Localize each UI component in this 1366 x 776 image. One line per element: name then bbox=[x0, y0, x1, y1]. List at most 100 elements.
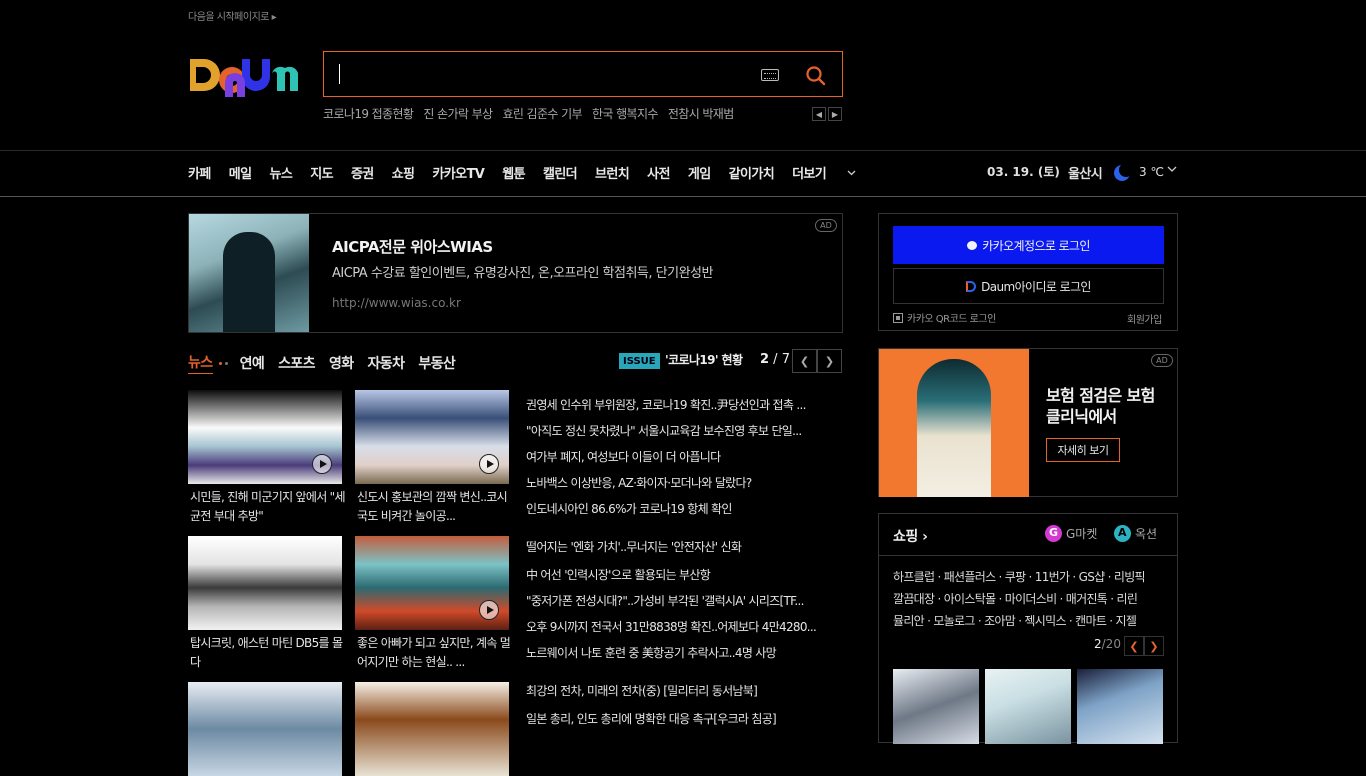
nav-item-cafe[interactable]: 카페 bbox=[188, 163, 211, 182]
keyword-link[interactable]: 진 손가락 부상 bbox=[423, 105, 493, 121]
insurance-ad[interactable]: 보험 점검은 보험클리닉에서 자세히 보기 AD bbox=[878, 348, 1178, 497]
daum-login-button[interactable]: Daum아이디로 로그인 bbox=[893, 268, 1164, 304]
nav-more-label: 더보기 bbox=[792, 167, 827, 182]
news-thumbnail[interactable] bbox=[188, 390, 342, 484]
headline-link[interactable]: "아직도 정신 못차렸나" 서울시교육감 보수진영 후보 단일... bbox=[526, 422, 840, 439]
shop-links-row[interactable]: 뮬리안 · 모놀로그 · 조아맘 · 젝시믹스 · 캔마트 · 지젤 bbox=[893, 612, 1165, 629]
thumbnail-caption[interactable]: 신도시 홍보관의 깜짝 변신..코시국도 비켜간 놀이공... bbox=[357, 488, 513, 526]
keyword-link[interactable]: 코로나19 접종현황 bbox=[323, 105, 414, 121]
nav-item-together[interactable]: 같이가치 bbox=[729, 163, 775, 182]
chevron-right-icon: ❯ bbox=[1149, 639, 1159, 653]
headline-link[interactable]: 여가부 폐지, 여성보다 이들이 더 아픕니다 bbox=[526, 448, 840, 465]
thumbnail-caption[interactable]: 좋은 아빠가 되고 싶지만, 계속 멀어지기만 하는 현실.. ... bbox=[357, 634, 513, 672]
shop-links-row[interactable]: 깔끔대장 · 아이스탁몰 · 마이더스비 · 매거진톡 · 리린 bbox=[893, 590, 1165, 607]
signup-link[interactable]: 회원가입 bbox=[1127, 311, 1162, 326]
nav-item-mail[interactable]: 메일 bbox=[229, 163, 252, 182]
ad-description: AICPA 수강료 할인이벤트, 유명강사진, 온,오프라인 학점취득, 단기완… bbox=[332, 266, 713, 281]
shopping-page-indicator: 2/20 bbox=[1094, 637, 1121, 651]
tab-realestate[interactable]: 부동산 bbox=[418, 353, 455, 373]
product-image[interactable] bbox=[1077, 669, 1163, 744]
product-image[interactable] bbox=[985, 669, 1071, 744]
shop-links-row[interactable]: 하프클럽 · 패션플러스 · 쿠팡 · 11번가 · GS샵 · 리빙픽 bbox=[893, 568, 1165, 585]
nav-item-news[interactable]: 뉴스 bbox=[269, 163, 292, 182]
shopping-title[interactable]: 쇼핑 › bbox=[893, 526, 928, 546]
nav-item-brunch[interactable]: 브런치 bbox=[595, 163, 630, 182]
auction-icon bbox=[1114, 525, 1131, 542]
headline-link[interactable]: 오후 9시까지 전국서 31만8838명 확진..어제보다 4만4280... bbox=[526, 618, 840, 635]
keyword-link[interactable]: 한국 행복지수 bbox=[592, 105, 658, 121]
shopping-page-current: 2 bbox=[1094, 637, 1102, 651]
ad-banner[interactable]: AICPA전문 위아스WIAS AICPA 수강료 할인이벤트, 유명강사진, … bbox=[188, 213, 843, 333]
ad-badge: AD bbox=[815, 219, 837, 232]
keyword-next-button[interactable]: ▶ bbox=[828, 107, 842, 121]
chevron-down-icon bbox=[847, 170, 856, 175]
news-thumbnail[interactable] bbox=[355, 390, 509, 484]
nav-item-webtoon[interactable]: 웹툰 bbox=[502, 163, 525, 182]
chevron-right-icon: ▶ bbox=[831, 109, 839, 119]
news-thumbnail[interactable] bbox=[188, 682, 342, 776]
nav-item-stock[interactable]: 증권 bbox=[351, 163, 374, 182]
headline-link[interactable]: 中 어선 '인력시장'으로 활용되는 부산항 bbox=[526, 566, 840, 583]
daum-login-label: Daum아이디로 로그인 bbox=[981, 279, 1091, 294]
news-thumbnail[interactable] bbox=[355, 682, 509, 776]
search-box[interactable] bbox=[323, 51, 843, 97]
headline-link[interactable]: 인도네시아인 86.6%가 코로나19 항체 확인 bbox=[526, 500, 840, 517]
auction-link[interactable]: 옥션 bbox=[1114, 525, 1157, 542]
tab-car[interactable]: 자동차 bbox=[368, 353, 405, 373]
play-icon bbox=[479, 454, 499, 474]
product-image[interactable] bbox=[893, 669, 979, 744]
qr-login-link[interactable]: 카카오 QR코드 로그인 bbox=[893, 310, 996, 325]
weather-city[interactable]: 울산시 bbox=[1068, 163, 1103, 182]
keyboard-icon[interactable] bbox=[761, 69, 779, 81]
ad-url[interactable]: http://www.wias.co.kr bbox=[332, 296, 461, 310]
nav-item-game[interactable]: 게임 bbox=[688, 163, 711, 182]
keyword-link[interactable]: 효린 김준수 기부 bbox=[502, 105, 582, 121]
headline-link[interactable]: 노바백스 이상반응, AZ·화이자·모더나와 달랐다? bbox=[526, 474, 840, 491]
chevron-left-icon: ◀ bbox=[815, 109, 823, 119]
nav-more-button[interactable]: 더보기 bbox=[792, 163, 856, 182]
shopping-next-button[interactable]: ❯ bbox=[1144, 636, 1164, 656]
news-thumbnail[interactable] bbox=[355, 536, 509, 630]
speech-bubble-icon bbox=[967, 240, 978, 250]
ad-title[interactable]: AICPA전문 위아스WIAS bbox=[332, 236, 493, 257]
keyword-prev-button[interactable]: ◀ bbox=[812, 107, 826, 121]
shopping-prev-button[interactable]: ❮ bbox=[1124, 636, 1144, 656]
news-thumbnail[interactable] bbox=[188, 536, 342, 630]
chevron-left-icon: ❮ bbox=[1129, 639, 1139, 653]
headline-link[interactable]: "중저가폰 전성시대?"..가성비 부각된 '갤럭시A' 시리즈[TF... bbox=[526, 592, 840, 609]
chevron-right-icon: › bbox=[922, 529, 928, 545]
ad-title[interactable]: 보험 점검은 보험클리닉에서 bbox=[1046, 385, 1166, 427]
search-icon[interactable] bbox=[804, 64, 828, 88]
nav-item-shopping[interactable]: 쇼핑 bbox=[392, 163, 415, 182]
nav-item-calendar[interactable]: 캘린더 bbox=[543, 163, 578, 182]
tab-news[interactable]: 뉴스 bbox=[188, 352, 213, 374]
headline-link[interactable]: 권영세 인수위 부위원장, 코로나19 확진..尹당선인과 접촉 ... bbox=[526, 396, 840, 413]
issue-link[interactable]: '코로나19' 현황 bbox=[665, 351, 743, 368]
keyword-link[interactable]: 전참시 박재범 bbox=[668, 105, 734, 121]
divider bbox=[0, 150, 1366, 151]
tab-entertainment[interactable]: 연예 bbox=[240, 353, 265, 373]
news-prev-button[interactable]: ❮ bbox=[792, 349, 817, 373]
gmarket-link[interactable]: G마켓 bbox=[1045, 525, 1097, 542]
ad-detail-button[interactable]: 자세히 보기 bbox=[1046, 438, 1120, 462]
tab-sports[interactable]: 스포츠 bbox=[278, 353, 315, 373]
thumbnail-caption[interactable]: 시민들, 진해 미군기지 앞에서 "세균전 부대 추방" bbox=[190, 488, 346, 526]
nav-item-map[interactable]: 지도 bbox=[310, 163, 333, 182]
chevron-down-icon[interactable] bbox=[1167, 166, 1177, 173]
news-next-button[interactable]: ❯ bbox=[817, 349, 842, 373]
headline-link[interactable]: 노르웨이서 나토 훈련 중 美항공기 추락사고..4명 사망 bbox=[526, 644, 840, 661]
kakao-login-button[interactable]: 카카오계정으로 로그인 bbox=[893, 226, 1164, 264]
nav-item-dictionary[interactable]: 사전 bbox=[647, 163, 670, 182]
search-input[interactable] bbox=[339, 64, 340, 84]
tab-movie[interactable]: 영화 bbox=[329, 353, 354, 373]
nav-item-kakaotv[interactable]: 카카오TV bbox=[432, 163, 484, 182]
shopping-title-label: 쇼핑 bbox=[893, 529, 918, 545]
thumbnail-caption[interactable]: 탑시크릿, 애스턴 마틴 DB5를 몰다 bbox=[190, 634, 346, 672]
weather-temp[interactable]: 3 ℃ bbox=[1139, 165, 1164, 179]
headline-link[interactable]: 최강의 전차, 미래의 전차(중) [밀리터리 동서남북] bbox=[526, 682, 840, 699]
qr-login-label: 카카오 QR코드 로그인 bbox=[907, 314, 996, 325]
daum-logo[interactable] bbox=[188, 49, 306, 99]
set-startpage-link[interactable]: 다음을 시작페이지로 ▸ bbox=[188, 8, 277, 23]
headline-link[interactable]: 일본 총리, 인도 총리에 명확한 대응 촉구[우크라 침공] bbox=[526, 710, 840, 727]
headline-link[interactable]: 떨어지는 '엔화 가치'..무너지는 '안전자산' 신화 bbox=[526, 538, 840, 555]
